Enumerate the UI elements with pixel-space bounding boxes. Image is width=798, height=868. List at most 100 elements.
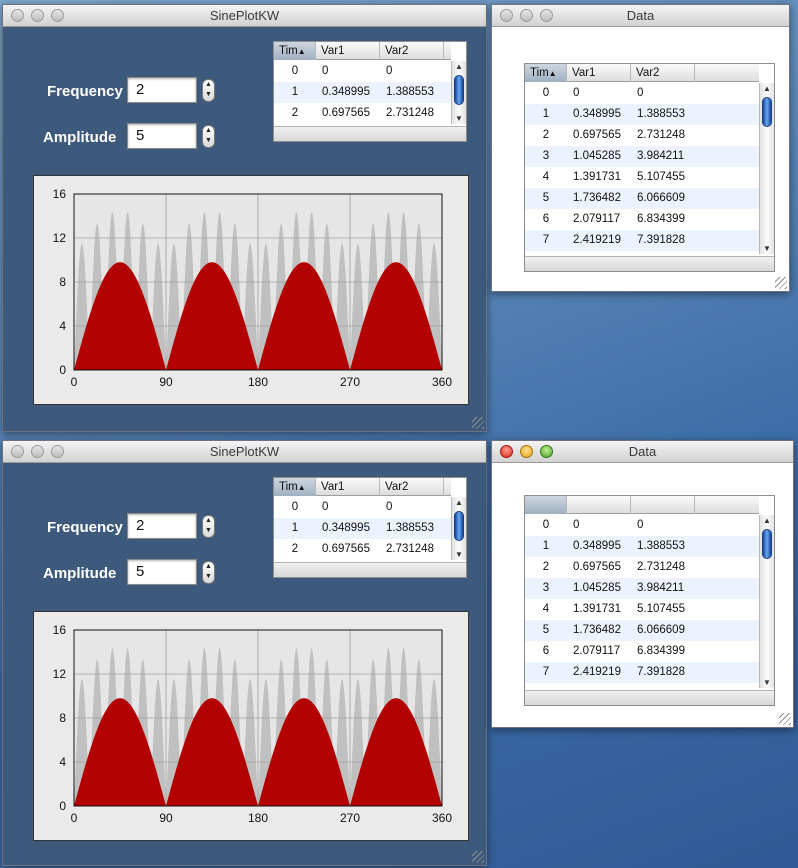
column-header-tim[interactable]: Tim▲	[274, 478, 316, 496]
table-cell: 6.834399	[637, 213, 685, 225]
titlebar[interactable]: SinePlotKW	[3, 5, 486, 27]
table-row[interactable]: 5 1.736482 6.066609	[525, 620, 759, 641]
scroll-thumb[interactable]	[762, 97, 772, 127]
amplitude-field[interactable]: 5	[127, 559, 197, 585]
close-button[interactable]	[11, 9, 24, 22]
horizontal-scrollbar[interactable]	[274, 562, 466, 577]
table-row[interactable]: 6 2.079117 6.834399	[525, 209, 759, 230]
data-table[interactable]: 0 0 0 1 0.348995 1.388553 2 0.697565 2.731248 3 1.…	[524, 495, 775, 706]
table-cell: 4	[542, 603, 550, 615]
table-row[interactable]: 2 0.697565 2.731248	[274, 539, 451, 560]
table-row[interactable]: 6 2.079117 6.834399	[525, 641, 759, 662]
column-header-var2[interactable]: Var2	[380, 478, 444, 496]
amplitude-stepper[interactable]: ▲ ▼	[202, 561, 215, 584]
horizontal-scrollbar[interactable]	[525, 256, 774, 271]
vertical-scrollbar[interactable]: ▲ ▼	[759, 515, 774, 688]
table-row[interactable]: 0 0 0	[274, 497, 451, 518]
table-row[interactable]: 2 0.697565 2.731248	[274, 103, 451, 124]
table-row[interactable]: 2 0.697565 2.731248	[525, 125, 759, 146]
table-cell: 7	[542, 666, 550, 678]
titlebar[interactable]: SinePlotKW	[3, 441, 486, 463]
scroll-thumb[interactable]	[762, 529, 772, 559]
column-header-var2[interactable]: Var2	[631, 64, 695, 82]
table-row[interactable]: 0 0 0	[274, 61, 451, 82]
scroll-down-arrow[interactable]: ▼	[452, 114, 466, 123]
minimize-button[interactable]	[31, 445, 44, 458]
scroll-thumb[interactable]	[454, 75, 464, 105]
scroll-down-arrow[interactable]: ▼	[452, 550, 466, 559]
column-header-var1[interactable]: Var1	[316, 478, 380, 496]
table-row[interactable]: 4 1.391731 5.107455	[525, 599, 759, 620]
column-header-var1[interactable]	[567, 496, 631, 514]
x-tick-label: 180	[248, 811, 268, 825]
table-row[interactable]: 0 0 0	[525, 515, 759, 536]
table-row[interactable]: 1 0.348995 1.388553	[525, 104, 759, 125]
resize-grip[interactable]	[472, 417, 484, 429]
column-header-label: Tim	[279, 45, 298, 57]
titlebar[interactable]: Data	[492, 5, 789, 27]
vertical-scrollbar[interactable]: ▲ ▼	[451, 497, 466, 560]
horizontal-scrollbar[interactable]	[274, 126, 466, 141]
column-header-tim[interactable]	[525, 496, 567, 514]
frequency-field[interactable]: 2	[127, 77, 197, 103]
minimize-button[interactable]	[520, 9, 533, 22]
table-cell: 3	[542, 150, 550, 162]
close-button[interactable]	[500, 445, 513, 458]
frequency-field[interactable]: 2	[127, 513, 197, 539]
scroll-down-arrow[interactable]: ▼	[760, 244, 774, 253]
column-header-tim[interactable]: Tim▲	[525, 64, 567, 82]
scroll-up-arrow[interactable]: ▲	[452, 498, 466, 507]
scroll-down-arrow[interactable]: ▼	[760, 678, 774, 687]
table-row[interactable]: 5 1.736482 6.066609	[525, 188, 759, 209]
frequency-stepper[interactable]: ▲ ▼	[202, 515, 215, 538]
scroll-up-arrow[interactable]: ▲	[760, 516, 774, 525]
table-cell: 2.731248	[386, 543, 434, 555]
table-cell: 1.388553	[386, 86, 434, 98]
zoom-button[interactable]	[51, 445, 64, 458]
sine-plot: 0 4 8 12 16 0 90 180 270 360	[53, 187, 453, 389]
vertical-scrollbar[interactable]: ▲ ▼	[759, 83, 774, 254]
zoom-button[interactable]	[540, 9, 553, 22]
table-row[interactable]: 7 2.419219 7.391828	[525, 662, 759, 683]
table-row[interactable]: 3 1.045285 3.984211	[525, 146, 759, 167]
resize-grip[interactable]	[779, 713, 791, 725]
scroll-up-arrow[interactable]: ▲	[760, 84, 774, 93]
minimize-button[interactable]	[31, 9, 44, 22]
column-header-tim[interactable]: Tim▲	[274, 42, 316, 60]
frequency-stepper[interactable]: ▲ ▼	[202, 79, 215, 102]
resize-grip[interactable]	[472, 851, 484, 863]
vertical-scrollbar[interactable]: ▲ ▼	[451, 61, 466, 124]
table-row[interactable]: 3 1.045285 3.984211	[525, 578, 759, 599]
zoom-button[interactable]	[540, 445, 553, 458]
close-button[interactable]	[11, 445, 24, 458]
table-row[interactable]: 1 0.348995 1.388553	[525, 536, 759, 557]
table-row[interactable]: 4 1.391731 5.107455	[525, 167, 759, 188]
titlebar[interactable]: Data	[492, 441, 793, 463]
column-header-var2[interactable]	[631, 496, 695, 514]
data-table[interactable]: Tim▲ Var1 Var2 0 0 0 1 0.348995 1.388553 2 0.69756…	[524, 63, 775, 272]
column-header-var1[interactable]: Var1	[316, 42, 380, 60]
minimize-button[interactable]	[520, 445, 533, 458]
y-tick-label: 8	[59, 711, 66, 725]
amplitude-stepper[interactable]: ▲ ▼	[202, 125, 215, 148]
y-tick-label: 12	[53, 231, 67, 245]
table-row[interactable]: 2 0.697565 2.731248	[525, 557, 759, 578]
table-row[interactable]: 0 0 0	[525, 83, 759, 104]
data-table[interactable]: Tim▲ Var1 Var2 0 0 0 1 0.348995 1.388553 2 0.69756…	[273, 41, 467, 142]
table-row[interactable]: 1 0.348995 1.388553	[274, 82, 451, 103]
table-row[interactable]: 7 2.419219 7.391828	[525, 230, 759, 251]
column-header-var1[interactable]: Var1	[567, 64, 631, 82]
resize-grip[interactable]	[775, 277, 787, 289]
horizontal-scrollbar[interactable]	[525, 690, 774, 705]
zoom-button[interactable]	[51, 9, 64, 22]
table-cell: 2.419219	[573, 234, 621, 246]
scroll-up-arrow[interactable]: ▲	[452, 62, 466, 71]
data-table[interactable]: Tim▲ Var1 Var2 0 0 0 1 0.348995 1.388553 2 0.69756…	[273, 477, 467, 578]
sort-ascending-icon: ▲	[297, 47, 306, 56]
close-button[interactable]	[500, 9, 513, 22]
table-header: Tim▲ Var1 Var2	[525, 64, 759, 82]
column-header-var2[interactable]: Var2	[380, 42, 444, 60]
amplitude-field[interactable]: 5	[127, 123, 197, 149]
scroll-thumb[interactable]	[454, 511, 464, 541]
table-row[interactable]: 1 0.348995 1.388553	[274, 518, 451, 539]
